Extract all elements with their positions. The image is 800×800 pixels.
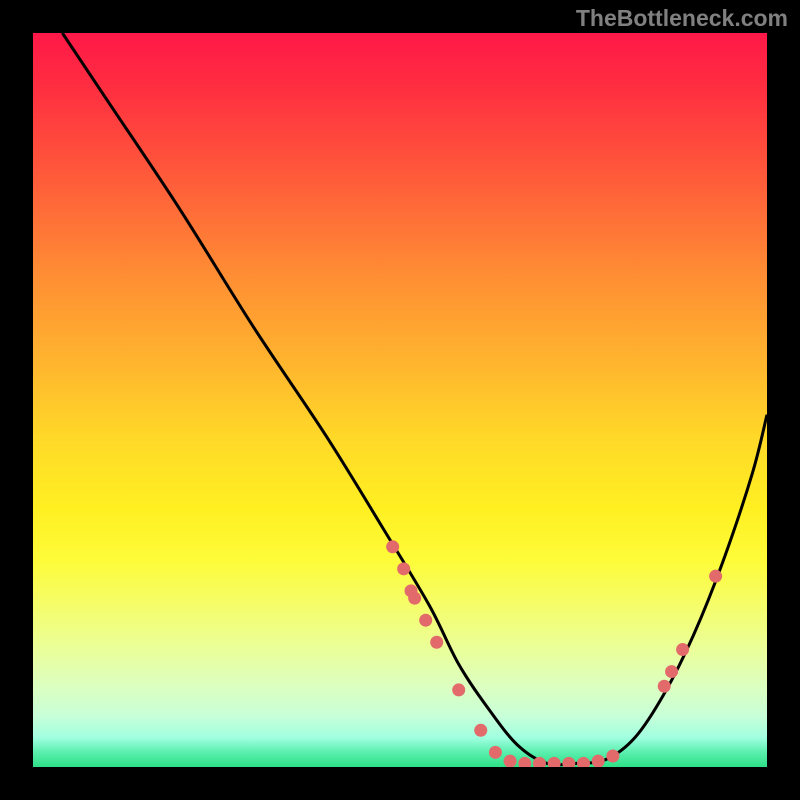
plot-area xyxy=(33,33,767,767)
data-point xyxy=(658,680,671,693)
data-point xyxy=(474,724,487,737)
data-point xyxy=(518,757,531,767)
data-point xyxy=(419,614,432,627)
data-point xyxy=(504,755,517,767)
data-point xyxy=(397,562,410,575)
data-point xyxy=(562,757,575,767)
watermark-text: TheBottleneck.com xyxy=(576,5,788,32)
data-point xyxy=(592,755,605,767)
data-point xyxy=(548,757,561,767)
data-markers xyxy=(386,540,722,767)
data-point xyxy=(709,570,722,583)
data-point xyxy=(676,643,689,656)
data-point xyxy=(408,592,421,605)
data-point xyxy=(577,757,590,767)
chart-svg xyxy=(33,33,767,767)
data-point xyxy=(430,636,443,649)
data-point xyxy=(452,683,465,696)
data-point xyxy=(489,746,502,759)
chart-container: TheBottleneck.com xyxy=(0,0,800,800)
data-point xyxy=(386,540,399,553)
data-point xyxy=(606,749,619,762)
data-point xyxy=(665,665,678,678)
bottleneck-curve xyxy=(62,33,767,765)
